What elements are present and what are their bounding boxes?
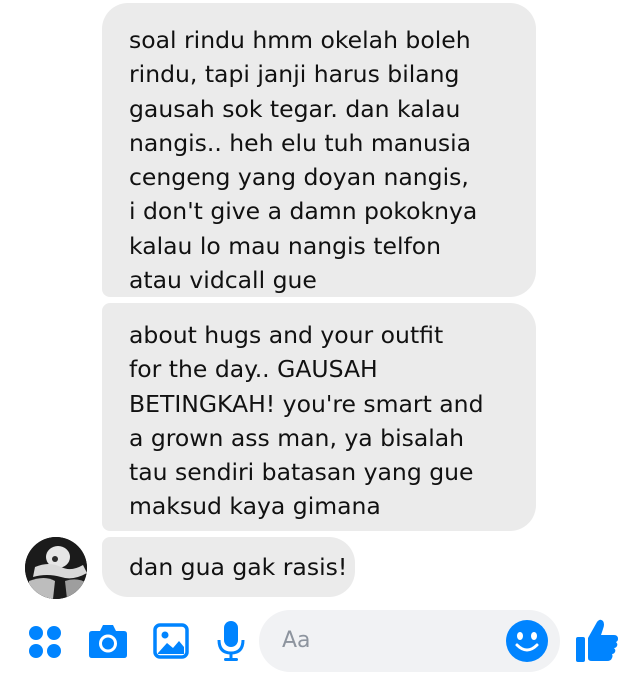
apps-icon[interactable] xyxy=(27,624,63,660)
message-line: kalau lo mau nangis telfon xyxy=(129,231,442,260)
avatar-photo xyxy=(25,537,87,599)
message-line: for the day.. GAUSAH xyxy=(129,355,378,384)
like-icon[interactable] xyxy=(575,618,619,664)
message-line: i don't give a damn pokoknya xyxy=(129,197,478,226)
message-line: dan gua gak rasis! xyxy=(129,553,348,581)
message-line: maksud kaya gimana xyxy=(129,492,381,521)
message-line: cengeng yang doyan nangis, xyxy=(129,163,469,192)
message-line: atau vidcall gue xyxy=(129,266,317,295)
message-bubble[interactable]: about hugs and your outfit for the day..… xyxy=(102,303,536,531)
message-line: BETINGKAH! you're smart and xyxy=(129,389,484,418)
message-line: soal rindu hmm okelah boleh xyxy=(129,26,471,54)
message-line: rindu, tapi janji harus bilang xyxy=(129,60,460,89)
message-bubble[interactable]: soal rindu hmm okelah boleh rindu, tapi … xyxy=(102,3,536,297)
message-line: about hugs and your outfit xyxy=(129,321,444,349)
message-line: tau sendiri batasan yang gue xyxy=(129,458,474,487)
message-bubble[interactable]: dan gua gak rasis! xyxy=(102,537,355,597)
camera-icon[interactable] xyxy=(88,622,128,660)
message-input-placeholder: Aa xyxy=(282,628,311,653)
emoji-icon[interactable] xyxy=(506,620,548,662)
microphone-icon[interactable] xyxy=(216,620,246,662)
gallery-icon[interactable] xyxy=(153,623,189,659)
message-line: a grown ass man, ya bisalah xyxy=(129,423,465,452)
avatar[interactable] xyxy=(25,537,87,599)
message-line: gausah sok tegar. dan kalau xyxy=(129,94,461,123)
message-line: nangis.. heh elu tuh manusia xyxy=(129,128,472,157)
